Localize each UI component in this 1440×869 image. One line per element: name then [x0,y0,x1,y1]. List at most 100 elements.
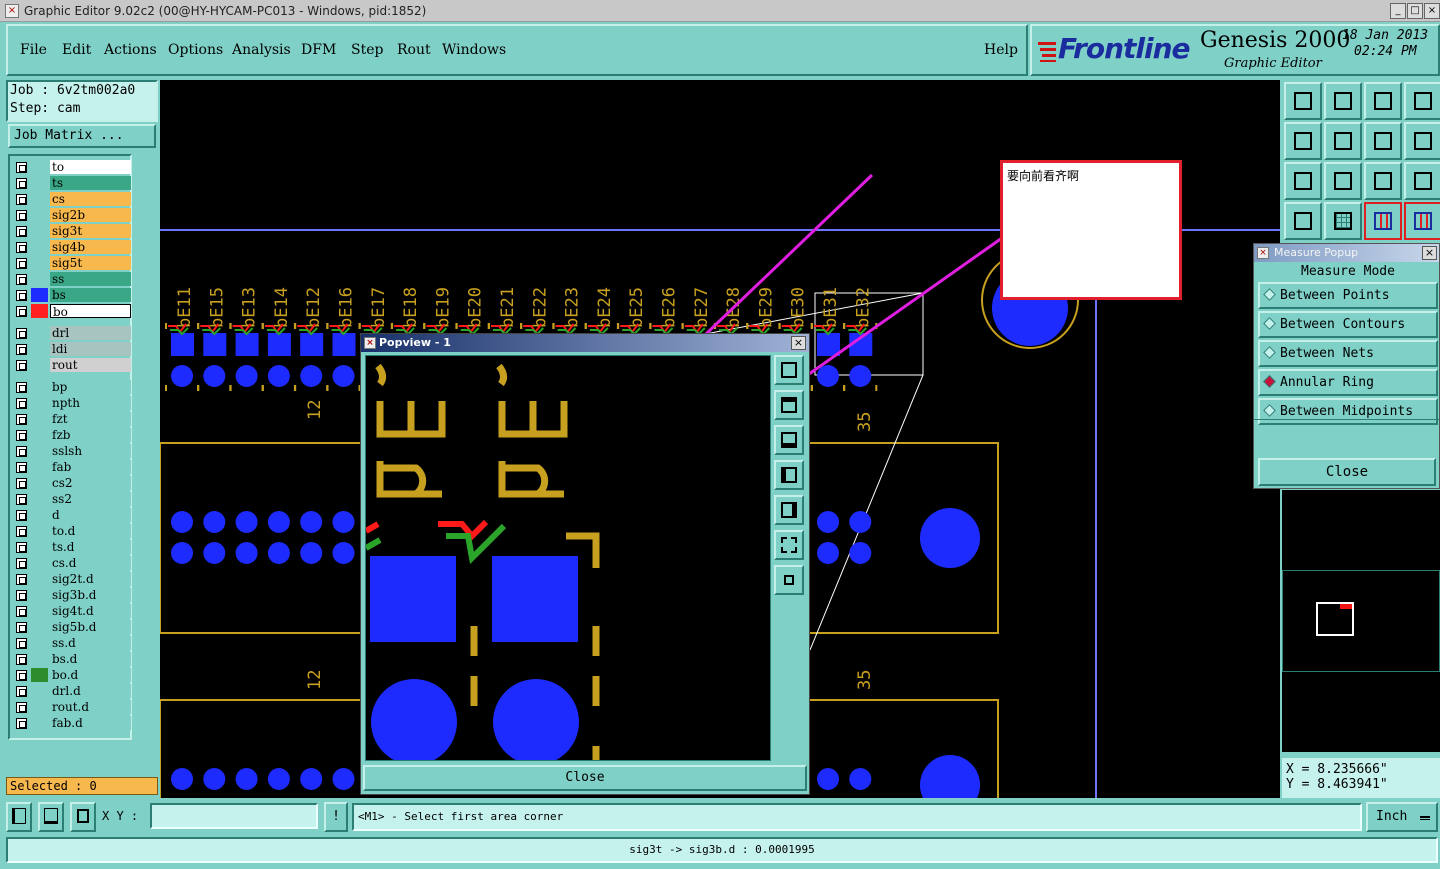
layer-row-ss-d[interactable]: ss.d [14,636,131,651]
layer-checkbox[interactable] [16,542,27,553]
measure-tool-icon[interactable] [38,802,64,832]
layer-name[interactable]: sig3b.d [50,588,131,602]
layer-row-fzb[interactable]: fzb [14,428,131,443]
layer-color-swatch[interactable] [31,428,48,442]
layer-checkbox[interactable] [16,702,27,713]
layer-checkbox[interactable] [16,414,27,425]
layer-row-sig2t-d[interactable]: sig2t.d [14,572,131,587]
layer-color-swatch[interactable] [31,540,48,554]
layer-color-swatch[interactable] [31,572,48,586]
layer-row-sig3b-d[interactable]: sig3b.d [14,588,131,603]
layer-name[interactable]: sig4b [50,240,131,254]
radio-diamond-icon[interactable] [1263,404,1276,417]
layer-color-swatch[interactable] [31,620,48,634]
layer-row-ts[interactable]: ts [14,176,131,191]
center-icon[interactable] [1324,162,1362,200]
layer-checkbox[interactable] [16,590,27,601]
layer-row-sig2b[interactable]: sig2b [14,208,131,223]
layer-name[interactable]: bp [50,380,131,394]
layer-color-swatch[interactable] [31,604,48,618]
layer-name[interactable]: drl.d [50,684,131,698]
measure-option-annular-ring[interactable]: Annular Ring [1258,369,1438,396]
help-icon[interactable] [1404,162,1440,200]
layer-row-sig4t-d[interactable]: sig4t.d [14,604,131,619]
tools-icon[interactable] [1284,202,1322,240]
layer-row-to[interactable]: to [14,160,131,175]
layer-color-swatch[interactable] [31,192,48,206]
layer-color-swatch[interactable] [31,342,48,356]
layer-checkbox[interactable] [16,382,27,393]
job-matrix-button[interactable]: Job Matrix ... [8,124,156,148]
minimize-button[interactable]: _ [1390,3,1406,19]
layer-color-swatch[interactable] [31,256,48,270]
layer-name[interactable]: sig2t.d [50,572,131,586]
overview-map[interactable] [1282,490,1440,752]
layer-color-swatch[interactable] [31,412,48,426]
close-window-button[interactable]: × [1424,3,1440,19]
layer-checkbox[interactable] [16,686,27,697]
layers-red-icon[interactable] [1364,202,1402,240]
layer-color-swatch[interactable] [31,700,48,714]
layer-row-ldi[interactable]: ldi [14,342,131,357]
layer-row-ts-d[interactable]: ts.d [14,540,131,555]
layer-checkbox[interactable] [16,510,27,521]
menu-options[interactable]: Options [168,42,223,58]
house-icon[interactable] [1364,82,1402,120]
layer-checkbox[interactable] [16,162,27,173]
layer-color-swatch[interactable] [31,684,48,698]
layer-row-sig5t[interactable]: sig5t [14,256,131,271]
overview-viewport[interactable] [1316,602,1354,636]
layer-color-swatch[interactable] [31,358,48,372]
layer-color-swatch[interactable] [31,636,48,650]
layer-checkbox[interactable] [16,670,27,681]
menu-windows[interactable]: Windows [442,42,506,58]
menu-rout[interactable]: Rout [397,42,431,58]
layer-checkbox[interactable] [16,344,27,355]
layer-row-bo[interactable]: bo [14,304,131,319]
layer-checkbox[interactable] [16,638,27,649]
layer-color-swatch[interactable] [31,508,48,522]
layer-name[interactable]: fab [50,460,131,474]
radio-diamond-icon[interactable] [1263,288,1276,301]
layer-row-ss2[interactable]: ss2 [14,492,131,507]
layer-color-swatch[interactable] [31,224,48,238]
layer-checkbox[interactable] [16,398,27,409]
layer-name[interactable]: cs2 [50,476,131,490]
layer-row-rout[interactable]: rout [14,358,131,373]
layer-name[interactable]: ldi [50,342,131,356]
menu-edit[interactable]: Edit [62,42,91,58]
layer-name[interactable]: to.d [50,524,131,538]
layer-name[interactable]: bs [50,288,131,302]
layer-name[interactable]: sig5t [50,256,131,270]
popview-tool-pan-right-icon[interactable] [774,495,804,525]
layer-row-rout-d[interactable]: rout.d [14,700,131,715]
layer-color-swatch[interactable] [31,304,48,318]
layer-checkbox[interactable] [16,654,27,665]
layer-checkbox[interactable] [16,574,27,585]
layer-checkbox[interactable] [16,328,27,339]
popview-tool-fit-icon[interactable] [774,530,804,560]
layer-checkbox[interactable] [16,360,27,371]
grid-tool-icon[interactable] [70,802,96,832]
window-icon[interactable] [1404,82,1440,120]
menu-step[interactable]: Step [351,42,383,58]
layer-name[interactable]: ss.d [50,636,131,650]
mirror-icon[interactable] [1404,122,1440,160]
rotate-icon[interactable] [1364,122,1402,160]
units-selector[interactable]: Inch [1366,802,1438,832]
layer-color-swatch[interactable] [31,716,48,730]
layer-checkbox[interactable] [16,446,27,457]
popview-close-x[interactable]: × [791,336,806,350]
layer-color-swatch[interactable] [31,176,48,190]
layer-name[interactable]: sslsh [50,444,131,458]
popview-tool-pan-left-icon[interactable] [774,460,804,490]
layer-checkbox[interactable] [16,242,27,253]
popview-tool-zoom-icon[interactable] [774,355,804,385]
xy-input[interactable] [150,803,318,829]
layer-color-swatch[interactable] [31,668,48,682]
layer-row-bp[interactable]: bp [14,380,131,395]
layer-name[interactable]: drl [50,326,131,340]
layer-checkbox[interactable] [16,274,27,285]
layer-row-cs-d[interactable]: cs.d [14,556,131,571]
menu-dfm[interactable]: DFM [301,42,336,58]
